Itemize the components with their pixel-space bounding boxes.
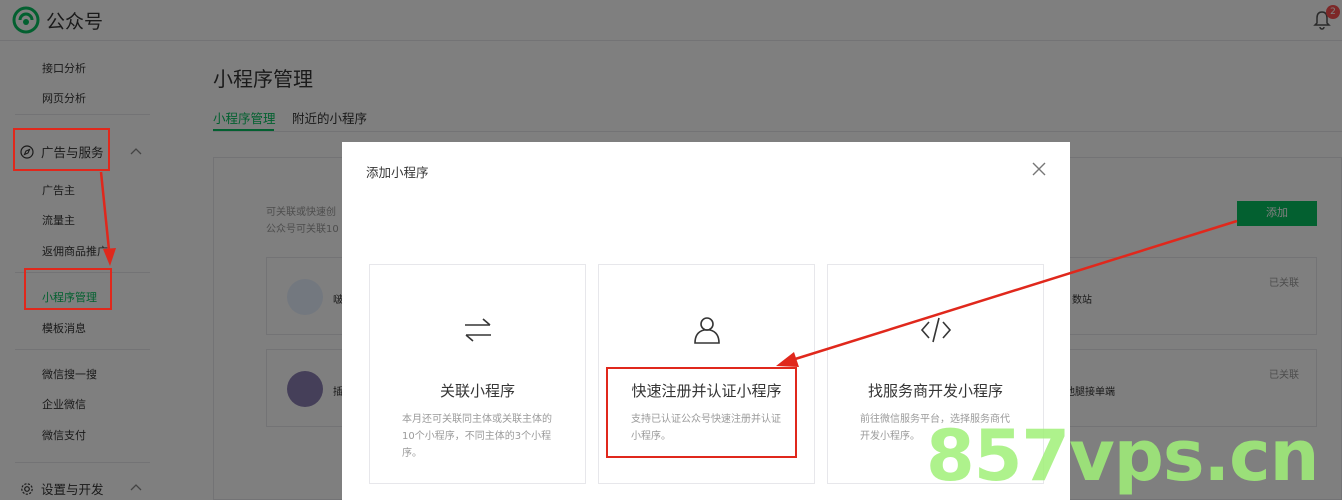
- code-icon: [920, 317, 952, 343]
- highlight-box: [606, 367, 797, 458]
- option-title: 关联小程序: [439, 382, 515, 400]
- close-icon[interactable]: [1030, 160, 1048, 178]
- watermark: 857vps.cn: [926, 415, 1319, 497]
- option-description: 本月还可关联同主体或关联主体的10个小程序，不同主体的3个小程序。: [402, 414, 552, 459]
- dialog-title: 添加小程序: [366, 165, 429, 180]
- swap-arrows-icon: [465, 318, 491, 342]
- option-link-miniprogram[interactable]: 关联小程序 本月还可关联同主体或关联主体的10个小程序，不同主体的3个小程序。: [369, 264, 586, 484]
- user-icon: [694, 317, 720, 344]
- highlight-box: [13, 128, 110, 171]
- option-title: 找服务商开发小程序: [867, 382, 1003, 400]
- highlight-box: [24, 268, 112, 310]
